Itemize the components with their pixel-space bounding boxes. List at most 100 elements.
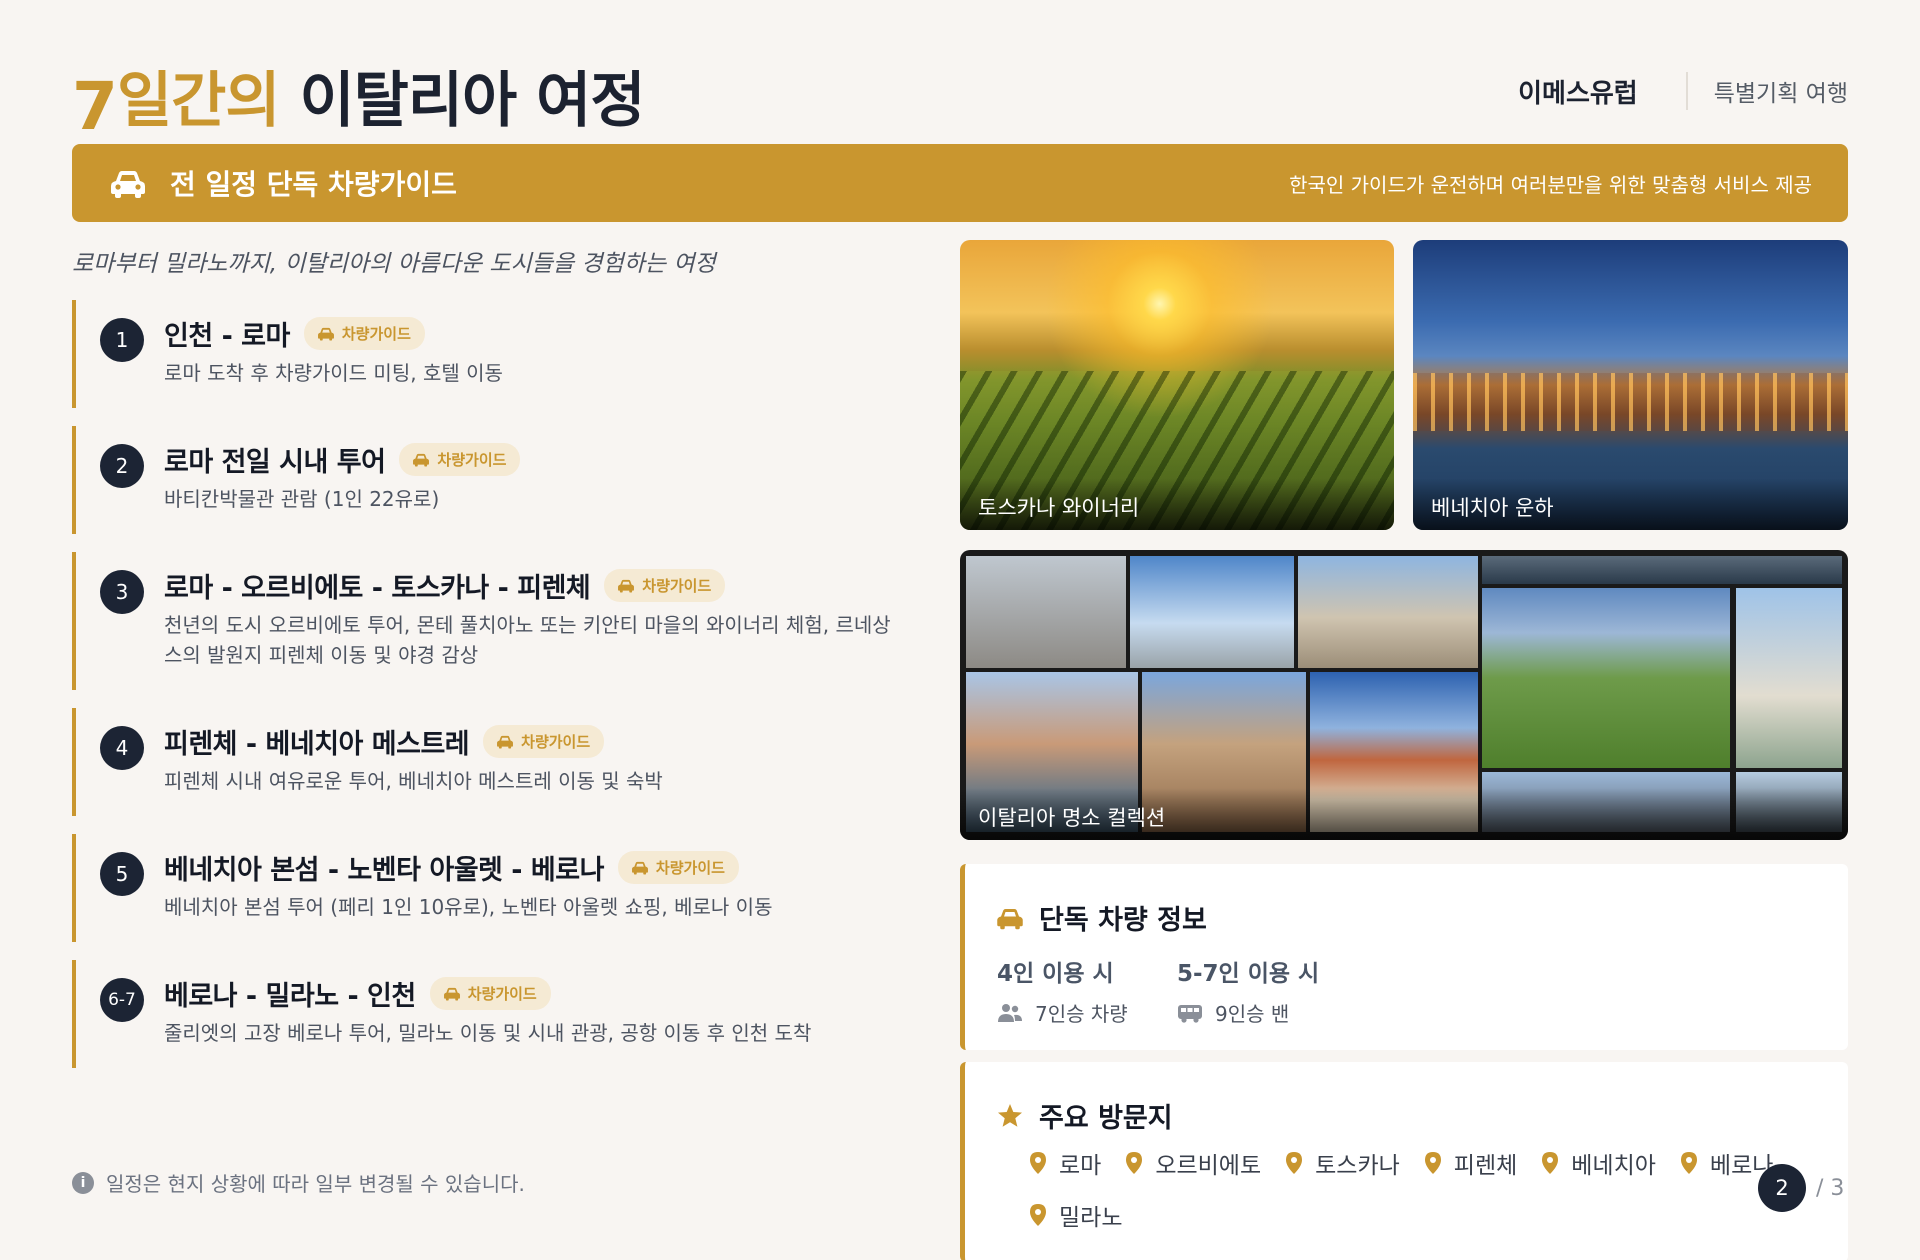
collage-tile <box>1130 556 1294 668</box>
day-description: 천년의 도시 오르비에토 투어, 몬테 풀치아노 또는 키안티 마을의 와이너리… <box>164 613 891 667</box>
vehicle-guide-badge: 차량가이드 <box>399 443 521 476</box>
vehicle-guide-badge: 차량가이드 <box>429 977 551 1010</box>
day-description: 피렌체 시내 여유로운 투어, 베네치아 메스트레 이동 및 숙박 <box>164 769 663 793</box>
day-title: 인천 - 로마 <box>164 321 290 352</box>
badge-label: 차량가이드 <box>642 577 712 595</box>
banner-title: 전 일정 단독 차량가이드 <box>170 168 457 201</box>
title-dark-text: 이탈리아 여정 <box>299 66 645 136</box>
vehicle-guide-badge: 차량가이드 <box>303 317 425 350</box>
info-icon: i <box>72 1171 94 1194</box>
vehicle-guide-badge: 차량가이드 <box>483 725 605 758</box>
collage-tile <box>1482 588 1730 768</box>
destination-name: 토스카나 <box>1315 1153 1400 1179</box>
itinerary-day-3: 3 로마 - 오르비에토 - 토스카나 - 피렌체 차량가이드 천년의 도시 오… <box>72 552 912 690</box>
card-title: 단독 차량 정보 <box>1039 905 1207 936</box>
canal-lights <box>1413 373 1848 432</box>
car-icon <box>111 171 145 198</box>
title-gold-text: 일간의 <box>116 66 281 136</box>
page-indicator: 2 / 3 <box>1758 1164 1844 1212</box>
day-number: 6-7 <box>100 978 144 1022</box>
day-title: 베네치아 본섬 - 노벤타 아울렛 - 베로나 <box>164 855 604 886</box>
day-description: 베네치아 본섬 투어 (페리 1인 10유로), 노벤타 아울렛 쇼핑, 베로나… <box>164 895 773 919</box>
vehicle-option-label: 4인 이용 시 <box>997 961 1114 987</box>
day-number: 5 <box>100 852 144 896</box>
map-pin-icon <box>1030 1204 1046 1226</box>
badge-label: 차량가이드 <box>655 859 725 877</box>
car-icon <box>317 327 334 341</box>
subtitle: 로마부터 밀라노까지, 이탈리아의 아름다운 도시들을 경험하는 여정 <box>72 251 716 277</box>
venice-canal-photo: 베네치아 운하 <box>1413 240 1848 530</box>
destination-item: 오르비에토 <box>1125 1146 1261 1180</box>
destinations-card: 주요 방문지 로마 오르비에토 토스카나 피렌체 베네치아 베로나 밀라노 <box>960 1062 1848 1260</box>
card-title: 주요 방문지 <box>1039 1103 1173 1134</box>
day-number: 4 <box>100 726 144 770</box>
page-title: 7일간의 이탈리아 여정 <box>72 52 646 145</box>
badge-label: 차량가이드 <box>521 733 591 751</box>
day-title: 베로나 - 밀라노 - 인천 <box>164 981 416 1012</box>
itinerary-day-6-7: 6-7 베로나 - 밀라노 - 인천 차량가이드 줄리엣의 고장 베로나 투어,… <box>72 960 912 1068</box>
car-icon <box>618 579 635 593</box>
car-icon <box>413 453 430 467</box>
car-icon <box>497 735 514 749</box>
itinerary-day-2: 2 로마 전일 시내 투어 차량가이드 바티칸박물관 관람 (1인 22유로) <box>72 426 912 534</box>
badge-label: 차량가이드 <box>341 325 411 343</box>
day-number: 1 <box>100 318 144 362</box>
vehicle-info-card: 단독 차량 정보 4인 이용 시 7인승 차량 5-7인 이용 시 9인승 밴 <box>960 864 1848 1050</box>
map-pin-icon <box>1030 1152 1046 1174</box>
collage-tile <box>966 556 1126 668</box>
day-number: 3 <box>100 570 144 614</box>
destination-item: 베네치아 <box>1541 1146 1656 1180</box>
vehicle-option-detail: 9인승 밴 <box>1215 1002 1290 1026</box>
service-banner: 전 일정 단독 차량가이드 한국인 가이드가 운전하며 여러분만을 위한 맞춤형… <box>72 144 1848 222</box>
title-number: 7 <box>72 68 118 145</box>
star-icon <box>998 1103 1022 1127</box>
brand-name: 이메스유럽 <box>1518 78 1638 109</box>
banner-description: 한국인 가이드가 운전하며 여러분만을 위한 맞춤형 서비스 제공 <box>1289 172 1812 197</box>
day-title: 로마 - 오르비에토 - 토스카나 - 피렌체 <box>164 573 591 604</box>
map-pin-icon <box>1542 1152 1559 1174</box>
car-icon <box>443 987 460 1001</box>
badge-label: 차량가이드 <box>467 985 537 1003</box>
schedule-note: i 일정은 현지 상황에 따라 일부 변경될 수 있습니다. <box>72 1168 525 1197</box>
vehicle-option-label: 5-7인 이용 시 <box>1177 961 1320 987</box>
brand-divider <box>1685 72 1688 110</box>
photo-caption: 토스카나 와이너리 <box>960 478 1394 530</box>
map-pin-icon <box>1680 1152 1697 1174</box>
vehicle-guide-badge: 차량가이드 <box>617 851 739 884</box>
vehicle-option-detail: 7인승 차량 <box>1035 1002 1128 1026</box>
destination-item: 로마 <box>1029 1146 1101 1180</box>
map-pin-icon <box>1424 1152 1441 1174</box>
map-pin-icon <box>1126 1152 1143 1174</box>
day-description: 로마 도착 후 차량가이드 미팅, 호텔 이동 <box>164 361 503 385</box>
van-icon <box>1178 1004 1202 1023</box>
map-pin-icon <box>1286 1152 1303 1174</box>
day-description: 바티칸박물관 관람 (1인 22유로) <box>164 487 440 511</box>
vehicle-option-4: 4인 이용 시 7인승 차량 <box>997 954 1128 1027</box>
car-icon <box>631 861 648 875</box>
collage-tile <box>1736 588 1842 768</box>
header: 7일간의 이탈리아 여정 이메스유럽 특별기획 여행 <box>72 52 1848 145</box>
current-page: 2 <box>1758 1164 1806 1212</box>
photo-caption: 이탈리아 명소 컬렉션 <box>960 788 1848 840</box>
vehicle-guide-badge: 차량가이드 <box>604 569 726 602</box>
car-icon <box>997 908 1023 929</box>
collage-tile <box>1482 556 1842 584</box>
total-pages: / 3 <box>1816 1175 1845 1201</box>
day-title: 로마 전일 시내 투어 <box>164 447 386 478</box>
destination-name: 오르비에토 <box>1155 1153 1262 1179</box>
users-icon <box>998 1003 1022 1022</box>
vehicle-option-5-7: 5-7인 이용 시 9인승 밴 <box>1177 954 1319 1027</box>
tuscany-winery-photo: 토스카나 와이너리 <box>960 240 1394 530</box>
brand-subtitle: 특별기획 여행 <box>1713 81 1848 107</box>
photo-caption: 베네치아 운하 <box>1413 478 1848 530</box>
destination-name: 베네치아 <box>1571 1153 1656 1179</box>
note-text: 일정은 현지 상황에 따라 일부 변경될 수 있습니다. <box>106 1172 525 1196</box>
destination-item: 토스카나 <box>1285 1146 1400 1180</box>
itinerary-day-5: 5 베네치아 본섬 - 노벤타 아울렛 - 베로나 차량가이드 베네치아 본섬 … <box>72 834 912 942</box>
brand: 이메스유럽 특별기획 여행 <box>1518 72 1848 110</box>
destination-name: 로마 <box>1059 1153 1102 1179</box>
badge-label: 차량가이드 <box>437 451 507 469</box>
destination-name: 피렌체 <box>1453 1153 1518 1179</box>
italy-landmarks-collage: 이탈리아 명소 컬렉션 <box>960 550 1848 840</box>
destination-list: 로마 오르비에토 토스카나 피렌체 베네치아 베로나 밀라노 <box>1029 1146 1829 1232</box>
